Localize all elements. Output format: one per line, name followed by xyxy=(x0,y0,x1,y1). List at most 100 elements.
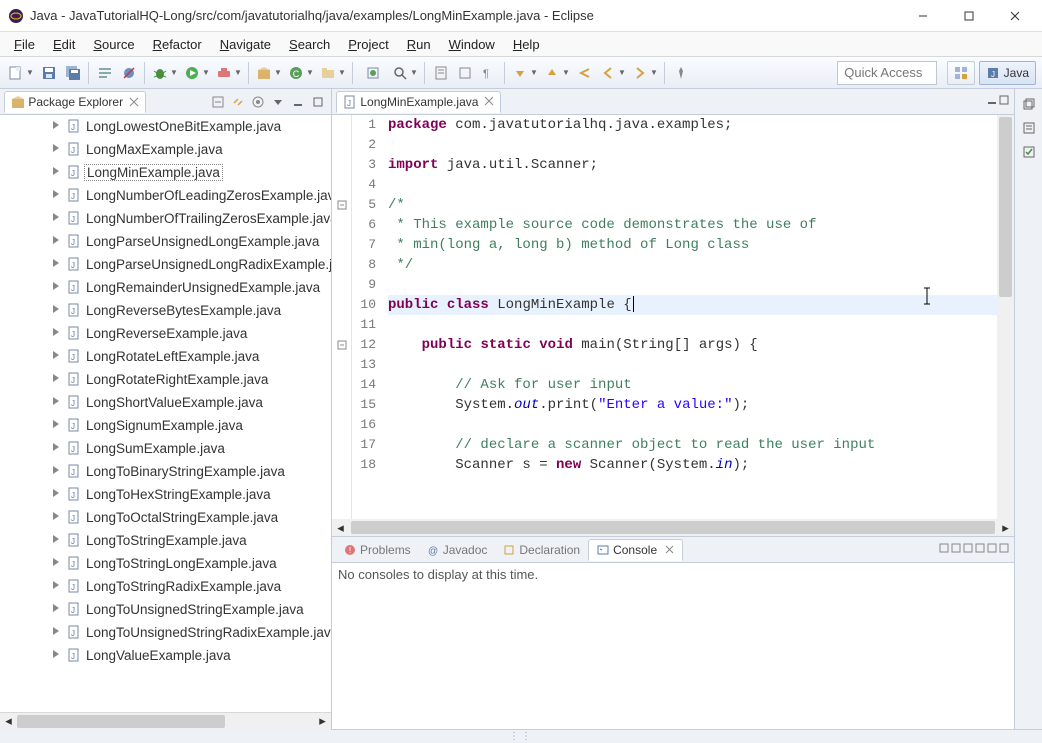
menu-project[interactable]: Project xyxy=(340,35,396,54)
tree-item[interactable]: JLongToHexStringExample.java xyxy=(4,483,331,506)
collapse-all-icon[interactable] xyxy=(209,93,227,111)
tree-item[interactable]: JLongToBinaryStringExample.java xyxy=(4,460,331,483)
expand-icon[interactable] xyxy=(50,188,64,202)
skip-breakpoints-button[interactable] xyxy=(118,62,140,84)
search-button[interactable]: ▼ xyxy=(390,62,420,84)
toggle-block-button[interactable] xyxy=(454,62,476,84)
tree-item[interactable]: JLongSignumExample.java xyxy=(4,414,331,437)
expand-icon[interactable] xyxy=(50,464,64,478)
minimize-view-icon[interactable] xyxy=(289,93,307,111)
menu-window[interactable]: Window xyxy=(441,35,503,54)
menu-navigate[interactable]: Navigate xyxy=(212,35,279,54)
back-button[interactable]: ▼ xyxy=(598,62,628,84)
prev-annotation-button[interactable]: ▼ xyxy=(542,62,572,84)
display-selected-icon[interactable] xyxy=(950,542,962,557)
scroll-left-icon[interactable]: ◂ xyxy=(0,713,17,730)
run-button[interactable]: ▼ xyxy=(182,62,212,84)
tab-javadoc[interactable]: @Javadoc xyxy=(419,539,496,561)
tree-item[interactable]: JLongValueExample.java xyxy=(4,644,331,667)
new-type-button[interactable]: C▼ xyxy=(286,62,316,84)
expand-icon[interactable] xyxy=(50,349,64,363)
new-folder-button[interactable]: ▼ xyxy=(318,62,348,84)
expand-icon[interactable] xyxy=(50,418,64,432)
tree-item[interactable]: JLongNumberOfLeadingZerosExample.java xyxy=(4,184,331,207)
tasklist-icon[interactable] xyxy=(1020,143,1038,161)
tree-item[interactable]: JLongToUnsignedStringExample.java xyxy=(4,598,331,621)
restore-icon[interactable] xyxy=(1020,95,1038,113)
menu-search[interactable]: Search xyxy=(281,35,338,54)
expand-icon[interactable] xyxy=(50,303,64,317)
tree-item[interactable]: JLongMaxExample.java xyxy=(4,138,331,161)
expand-icon[interactable] xyxy=(50,579,64,593)
tree-item[interactable]: JLongToStringRadixExample.java xyxy=(4,575,331,598)
package-tree[interactable]: JLongLowestOneBitExample.javaJLongMaxExa… xyxy=(0,115,331,712)
tree-item[interactable]: JLongNumberOfTrailingZerosExample.java xyxy=(4,207,331,230)
expand-icon[interactable] xyxy=(50,602,64,616)
save-button[interactable] xyxy=(38,62,60,84)
tree-item[interactable]: JLongToUnsignedStringRadixExample.java xyxy=(4,621,331,644)
close-icon[interactable] xyxy=(484,95,494,109)
focus-task-icon[interactable] xyxy=(249,93,267,111)
close-icon[interactable] xyxy=(129,97,139,107)
save-all-button[interactable] xyxy=(62,62,84,84)
outline-icon[interactable] xyxy=(1020,119,1038,137)
open-console-icon[interactable] xyxy=(962,542,974,557)
tree-item[interactable]: JLongParseUnsignedLongExample.java xyxy=(4,230,331,253)
link-editor-icon[interactable] xyxy=(229,93,247,111)
view-menu-icon[interactable] xyxy=(974,542,986,557)
tree-item[interactable]: JLongMinExample.java xyxy=(4,161,331,184)
quick-access[interactable]: Quick Access xyxy=(837,61,937,85)
minimize-editor-icon[interactable] xyxy=(986,94,998,109)
forward-button[interactable]: ▼ xyxy=(630,62,660,84)
tree-item[interactable]: JLongParseUnsignedLongRadixExample.java xyxy=(4,253,331,276)
maximize-button[interactable] xyxy=(946,0,992,32)
open-perspective-button[interactable] xyxy=(947,61,975,85)
expand-icon[interactable] xyxy=(50,142,64,156)
tree-item[interactable]: JLongRotateRightExample.java xyxy=(4,368,331,391)
close-button[interactable] xyxy=(992,0,1038,32)
new-package-button[interactable]: ▼ xyxy=(254,62,284,84)
run-last-tool-button[interactable]: ▼ xyxy=(214,62,244,84)
expand-icon[interactable] xyxy=(50,326,64,340)
last-edit-button[interactable] xyxy=(574,62,596,84)
horizontal-scrollbar[interactable]: ◂ ▸ xyxy=(0,712,331,729)
expand-icon[interactable] xyxy=(50,211,64,225)
expand-icon[interactable] xyxy=(50,280,64,294)
next-annotation-button[interactable]: ▼ xyxy=(510,62,540,84)
expand-icon[interactable] xyxy=(50,625,64,639)
tab-declaration[interactable]: Declaration xyxy=(495,539,588,561)
tree-item[interactable]: JLongToOctalStringExample.java xyxy=(4,506,331,529)
expand-icon[interactable] xyxy=(50,441,64,455)
java-perspective-button[interactable]: J Java xyxy=(979,61,1036,85)
expand-icon[interactable] xyxy=(50,510,64,524)
minimize-view-icon[interactable] xyxy=(986,542,998,557)
scroll-right-icon[interactable]: ▸ xyxy=(314,713,331,730)
editor-tab[interactable]: J LongMinExample.java xyxy=(336,91,501,113)
new-button[interactable]: ▼ xyxy=(6,62,36,84)
menu-file[interactable]: File xyxy=(6,35,43,54)
tab-console[interactable]: Console xyxy=(588,539,683,561)
tree-item[interactable]: JLongReverseExample.java xyxy=(4,322,331,345)
editor-vertical-scrollbar[interactable] xyxy=(997,115,1014,519)
toggle-mark-button[interactable] xyxy=(430,62,452,84)
tree-item[interactable]: JLongToStringLongExample.java xyxy=(4,552,331,575)
menu-help[interactable]: Help xyxy=(505,35,548,54)
expand-icon[interactable] xyxy=(50,165,64,179)
menu-refactor[interactable]: Refactor xyxy=(145,35,210,54)
expand-icon[interactable] xyxy=(50,533,64,547)
expand-icon[interactable] xyxy=(50,395,64,409)
fold-icon[interactable] xyxy=(332,335,351,355)
expand-icon[interactable] xyxy=(50,648,64,662)
minimize-button[interactable] xyxy=(900,0,946,32)
open-type-button[interactable] xyxy=(358,62,388,84)
pin-button[interactable] xyxy=(670,62,692,84)
view-menu-icon[interactable] xyxy=(269,93,287,111)
tree-item[interactable]: JLongShortValueExample.java xyxy=(4,391,331,414)
tab-problems[interactable]: !Problems xyxy=(336,539,419,561)
menu-source[interactable]: Source xyxy=(85,35,142,54)
drag-handle-icon[interactable]: ⋮⋮ xyxy=(509,731,533,742)
menu-edit[interactable]: Edit xyxy=(45,35,83,54)
pin-console-icon[interactable] xyxy=(938,542,950,557)
tree-item[interactable]: JLongReverseBytesExample.java xyxy=(4,299,331,322)
tree-item[interactable]: JLongToStringExample.java xyxy=(4,529,331,552)
